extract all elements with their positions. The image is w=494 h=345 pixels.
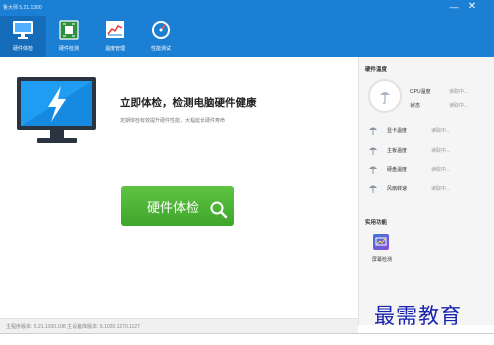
speedometer-icon (149, 19, 173, 41)
temperature-chart-icon (103, 19, 127, 41)
screen-test-icon (373, 234, 389, 250)
bottom-strip (0, 333, 494, 345)
checkup-panel: 立即体检，检测电脑硬件健康 定期体检有效提升硬件性能，大幅延长硬件寿命 硬件体检 (0, 57, 358, 325)
sensor-row-fan: 风扇转速 读取中... (369, 184, 489, 194)
sensor-row-gpu: 显卡温度 读取中... (369, 126, 489, 136)
tab-label: 硬件检测 (58, 46, 79, 52)
sensor-row-mainboard: 主板温度 读取中... (369, 146, 489, 156)
umbrella-icon (369, 127, 377, 135)
monitor-check-icon (11, 19, 35, 41)
chip-icon (57, 19, 81, 41)
cpu-temp-label: CPU温度 (410, 89, 431, 95)
sensor-label: 硬盘温度 (387, 167, 408, 173)
page-headline: 立即体检，检测电脑硬件健康 (120, 97, 257, 109)
top-header: 鲁大师 5.21.1300 — ✕ 硬件体检 硬件检测 温度管理 性能测试 (0, 0, 494, 57)
thermometer-icon (380, 92, 390, 104)
tab-label: 温度管理 (104, 46, 125, 52)
sensor-value: 读取中... (431, 128, 451, 134)
tab-hardware-detect[interactable]: 硬件检测 (46, 16, 92, 57)
hardware-temp-title: 硬件温度 (365, 67, 388, 73)
watermark-text: 最需教育 (374, 304, 462, 328)
tools-title: 实用功能 (365, 220, 388, 226)
screen-test-tool[interactable]: 屏幕检测 (367, 234, 397, 270)
status-bar: 主程序版本: 5.21.1300.108 主设备库版本: 5.1020.1270… (0, 318, 358, 333)
sensor-label: 主板温度 (387, 148, 408, 154)
sensor-label: 显卡温度 (387, 128, 408, 134)
tool-label: 屏幕检测 (371, 257, 392, 263)
monitor-lightning-icon (15, 74, 99, 153)
sensor-value: 读取中... (431, 167, 451, 173)
sensor-row-disk: 硬盘温度 读取中... (369, 165, 489, 175)
button-label: 硬件体检 (147, 200, 200, 215)
sensor-value: 读取中... (431, 186, 451, 192)
status-value: 读取中... (449, 103, 469, 109)
cpu-temp-value: 读取中... (449, 89, 469, 95)
status-label: 状态 (410, 103, 421, 109)
page-subline: 定期体检有效提升硬件性能，大幅延长硬件寿命 (120, 118, 226, 124)
tab-hardware-checkup[interactable]: 硬件体检 (0, 16, 46, 57)
side-panel: 硬件温度 CPU温度 读取中... 状态 读取中... 显卡温度 读取中... … (358, 57, 494, 325)
tab-temperature[interactable]: 温度管理 (92, 16, 138, 57)
sensor-label: 风扇转速 (387, 186, 408, 192)
version-info: 主程序版本: 5.21.1300.108 主设备库版本: 5.1020.1270… (6, 324, 140, 330)
magnifier-icon (209, 200, 229, 220)
tab-performance[interactable]: 性能测试 (138, 16, 184, 57)
app-window: 鲁大师 5.21.1300 — ✕ 硬件体检 硬件检测 温度管理 性能测试 立即… (0, 0, 494, 345)
umbrella-icon (369, 147, 377, 155)
close-button[interactable]: ✕ (466, 2, 478, 12)
window-title: 鲁大师 5.21.1300 (3, 5, 42, 11)
tab-label: 硬件体检 (12, 46, 33, 52)
minimize-button[interactable]: — (448, 2, 460, 12)
cpu-temp-gauge (368, 79, 402, 113)
sensor-value: 读取中... (431, 148, 451, 154)
umbrella-icon (369, 166, 377, 174)
tab-label: 性能测试 (150, 46, 171, 52)
start-checkup-button[interactable]: 硬件体检 (121, 186, 234, 226)
umbrella-icon (369, 185, 377, 193)
